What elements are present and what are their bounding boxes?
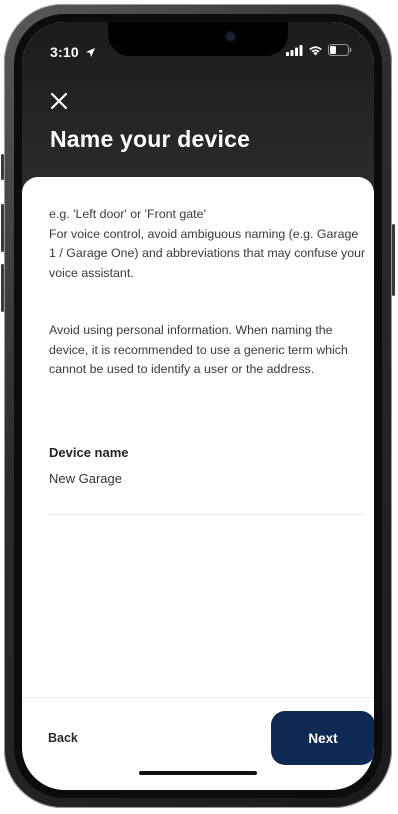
volume-down-button <box>1 264 4 312</box>
device-name-label: Device name <box>49 445 129 460</box>
screen: 3:10 Name your device e.g. 'Left door' o… <box>22 22 374 790</box>
device-name-input[interactable] <box>49 465 363 515</box>
volume-up-button <box>1 204 4 252</box>
footer-divider <box>22 697 374 698</box>
status-time-text: 3:10 <box>50 44 79 60</box>
description-voice-control: For voice control, avoid ambiguous namin… <box>49 226 366 280</box>
status-icons <box>286 44 352 56</box>
close-icon <box>50 92 68 110</box>
next-button[interactable]: Next <box>271 711 374 765</box>
close-button[interactable] <box>48 90 70 112</box>
battery-icon <box>328 44 352 56</box>
description-paragraph-2: Avoid using personal information. When n… <box>49 323 348 376</box>
location-arrow-icon <box>85 47 96 58</box>
wifi-icon <box>309 45 322 55</box>
home-indicator <box>139 771 257 775</box>
page-title: Name your device <box>50 126 251 152</box>
power-button <box>392 224 395 296</box>
mute-switch <box>1 154 4 180</box>
back-button[interactable]: Back <box>48 731 78 745</box>
phone-bezel: 3:10 Name your device e.g. 'Left door' o… <box>14 14 382 798</box>
status-time: 3:10 <box>50 44 96 60</box>
cellular-signal-icon <box>286 44 303 56</box>
description-example: e.g. 'Left door' or 'Front gate' <box>49 207 206 221</box>
front-camera <box>226 32 235 41</box>
notch <box>108 22 288 56</box>
phone-frame: 3:10 Name your device e.g. 'Left door' o… <box>1 4 395 808</box>
description-paragraph-1: e.g. 'Left door' or 'Front gate' For voi… <box>49 205 367 283</box>
content-card: e.g. 'Left door' or 'Front gate' For voi… <box>22 177 374 790</box>
